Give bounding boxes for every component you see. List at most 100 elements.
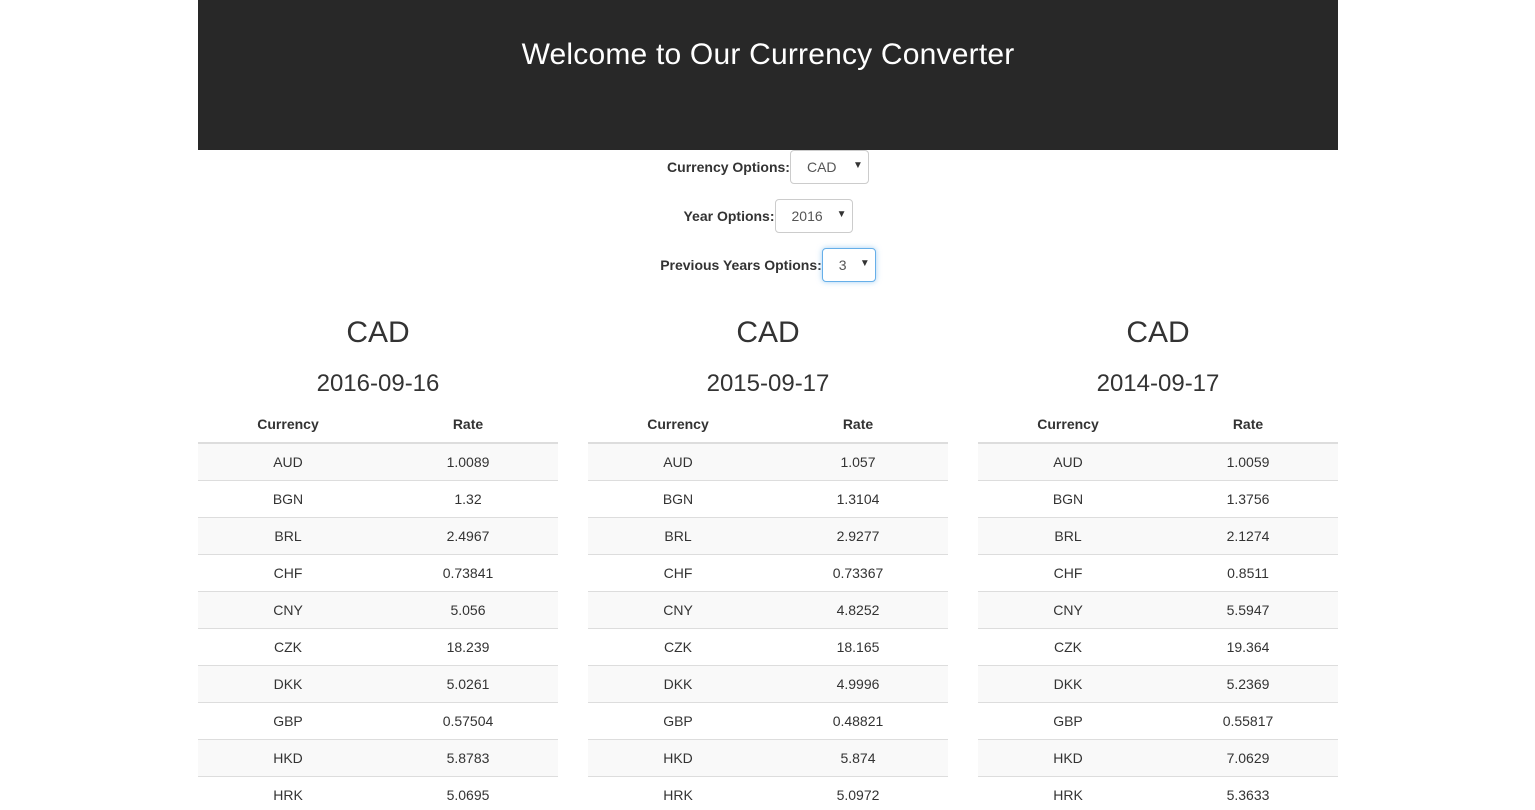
rate-cell: 5.5947 (1158, 591, 1338, 629)
table-row: BGN 1.3756 (978, 480, 1338, 518)
column-date: 2014-09-17 (1096, 370, 1220, 397)
currency-code-cell: HRK (978, 776, 1158, 810)
table-row: DKK 5.0261 (198, 665, 558, 703)
year-select[interactable]: 2016 ▼ (774, 199, 853, 233)
currency-code-cell: BRL (198, 517, 378, 555)
table-row: BRL 2.1274 (978, 517, 1338, 555)
currency-code-cell: HKD (978, 739, 1158, 777)
table-row: CZK 18.165 (588, 628, 948, 666)
currency-column-header: Currency (198, 405, 378, 444)
currency-code-cell: CNY (978, 591, 1158, 629)
rates-table: Currency Rate AUD 1.0089 BGN 1.32 BRL 2.496… (198, 405, 558, 810)
year-select-value: 2016 (791, 208, 823, 224)
rate-cell: 0.57504 (378, 702, 558, 740)
column-currency-title: CAD (346, 316, 410, 349)
currency-code-cell: BGN (978, 480, 1158, 518)
page-title: Welcome to Our Currency Converter (521, 38, 1015, 71)
currency-code-cell: CZK (198, 628, 378, 666)
rate-cell: 5.2369 (1158, 665, 1338, 703)
rate-cell: 1.0089 (378, 442, 558, 481)
rate-cell: 0.55817 (1158, 702, 1338, 740)
rate-cell: 5.874 (768, 739, 948, 777)
rate-cell: 5.056 (378, 591, 558, 629)
column-currency-title: CAD (1126, 316, 1190, 349)
rates-column-2: CAD 2015-09-17 Currency Rate AUD 1.057 BG… (588, 300, 948, 810)
currency-code-cell: CNY (198, 591, 378, 629)
table-row: CHF 0.73841 (198, 554, 558, 592)
table-row: HRK 5.0695 (198, 776, 558, 810)
rates-column-3: CAD 2014-09-17 Currency Rate AUD 1.0059 B… (978, 300, 1338, 810)
table-row: BRL 2.4967 (198, 517, 558, 555)
currency-code-cell: GBP (978, 702, 1158, 740)
currency-code-cell: BRL (588, 517, 768, 555)
currency-select[interactable]: CAD ▼ (789, 150, 869, 184)
table-row: GBP 0.48821 (588, 702, 948, 740)
rate-cell: 1.3104 (768, 480, 948, 518)
rate-column-header: Rate (378, 405, 558, 444)
rate-cell: 5.0972 (768, 776, 948, 810)
caret-down-icon: ▼ (836, 209, 847, 220)
page-header: Welcome to Our Currency Converter (198, 0, 1338, 150)
table-header-row: Currency Rate (198, 405, 558, 444)
rate-cell: 0.73841 (378, 554, 558, 592)
rate-cell: 4.9996 (768, 665, 948, 703)
currency-code-cell: HRK (588, 776, 768, 810)
currency-code-cell: CHF (978, 554, 1158, 592)
table-row: AUD 1.0089 (198, 442, 558, 481)
rate-cell: 0.8511 (1158, 554, 1338, 592)
column-date: 2016-09-16 (316, 370, 440, 397)
table-row: CNY 4.8252 (588, 591, 948, 629)
currency-code-cell: CHF (198, 554, 378, 592)
table-row: HKD 7.0629 (978, 739, 1338, 777)
currency-code-cell: AUD (978, 442, 1158, 481)
currency-column-header: Currency (978, 405, 1158, 444)
caret-down-icon: ▼ (859, 258, 870, 269)
currency-code-cell: HRK (198, 776, 378, 810)
currency-code-cell: AUD (588, 442, 768, 481)
currency-code-cell: AUD (198, 442, 378, 481)
rate-cell: 1.3756 (1158, 480, 1338, 518)
rate-cell: 7.0629 (1158, 739, 1338, 777)
table-row: CNY 5.5947 (978, 591, 1338, 629)
currency-code-cell: HKD (588, 739, 768, 777)
rate-cell: 5.8783 (378, 739, 558, 777)
table-row: GBP 0.55817 (978, 702, 1338, 740)
currency-code-cell: DKK (978, 665, 1158, 703)
table-row: HKD 5.874 (588, 739, 948, 777)
year-options-label: Year Options: (683, 208, 775, 224)
table-row: HRK 5.0972 (588, 776, 948, 810)
rate-column-header: Rate (1158, 405, 1338, 444)
table-row: CZK 18.239 (198, 628, 558, 666)
table-row: DKK 4.9996 (588, 665, 948, 703)
rates-column-1: CAD 2016-09-16 Currency Rate AUD 1.0089 B… (198, 300, 558, 810)
previous-years-options-row: Previous Years Options: 3 ▼ (198, 248, 1338, 282)
table-row: HKD 5.8783 (198, 739, 558, 777)
page: Welcome to Our Currency Converter Curren… (0, 0, 1535, 810)
currency-code-cell: GBP (198, 702, 378, 740)
currency-code-cell: BRL (978, 517, 1158, 555)
rate-cell: 18.239 (378, 628, 558, 666)
rate-cell: 5.0261 (378, 665, 558, 703)
currency-column-header: Currency (588, 405, 768, 444)
rate-cell: 0.48821 (768, 702, 948, 740)
table-row: AUD 1.0059 (978, 442, 1338, 481)
caret-down-icon: ▼ (853, 160, 863, 171)
rate-cell: 5.0695 (378, 776, 558, 810)
table-header-row: Currency Rate (978, 405, 1338, 444)
currency-code-cell: CZK (588, 628, 768, 666)
rate-cell: 18.165 (768, 628, 948, 666)
table-row: DKK 5.2369 (978, 665, 1338, 703)
currency-code-cell: GBP (588, 702, 768, 740)
currency-options-label: Currency Options: (667, 159, 790, 175)
currency-code-cell: BGN (198, 480, 378, 518)
rate-cell: 2.9277 (768, 517, 948, 555)
year-options-row: Year Options: 2016 ▼ (198, 199, 1338, 233)
table-row: CHF 0.73367 (588, 554, 948, 592)
table-row: GBP 0.57504 (198, 702, 558, 740)
table-row: AUD 1.057 (588, 442, 948, 481)
main-container: Welcome to Our Currency Converter Curren… (198, 0, 1338, 810)
currency-code-cell: CNY (588, 591, 768, 629)
previous-years-select[interactable]: 3 ▼ (821, 248, 876, 282)
rate-column-header: Rate (768, 405, 948, 444)
column-date: 2015-09-17 (706, 370, 830, 397)
